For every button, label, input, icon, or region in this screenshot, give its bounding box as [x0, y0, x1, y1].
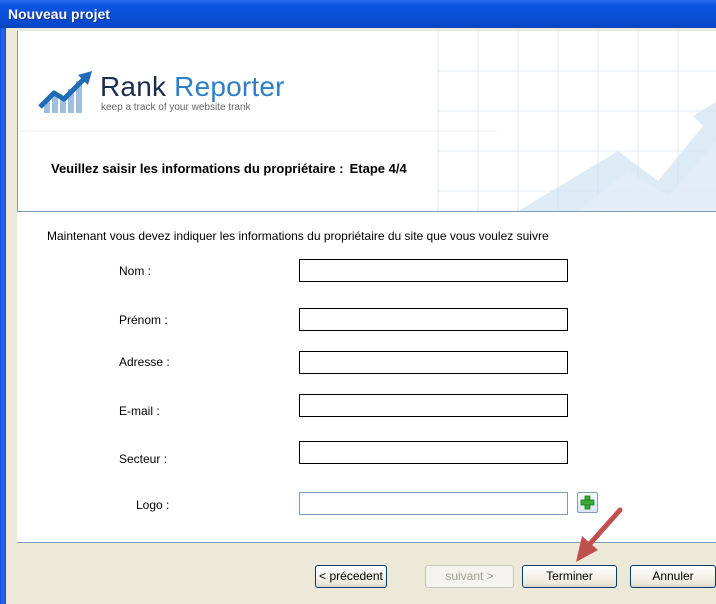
previous-button[interactable]: < précedent: [315, 565, 387, 588]
wizard-header: Rank Reporter keep a track of your websi…: [17, 31, 716, 211]
firstname-label: Prénom :: [119, 313, 168, 327]
annotation-arrow-icon: [576, 507, 623, 562]
firstname-input[interactable]: [299, 308, 568, 331]
window-left-border: [0, 28, 6, 604]
brand-rank: Rank: [100, 71, 167, 102]
address-input[interactable]: [299, 351, 568, 374]
address-label: Adresse :: [119, 355, 170, 369]
sector-label: Secteur :: [119, 452, 168, 466]
form-intro-text: Maintenant vous devez indiquer les infor…: [47, 229, 549, 243]
brand-tagline: keep a track of your website trank: [101, 102, 251, 113]
brand-name: Rank Reporter: [100, 71, 285, 103]
sector-input[interactable]: [299, 441, 568, 464]
logo-path-input[interactable]: [299, 492, 568, 515]
instruction-text: Veuillez saisir les informations du prop…: [51, 161, 344, 176]
brand-reporter: Reporter: [174, 71, 285, 102]
cancel-button[interactable]: Annuler: [630, 565, 716, 588]
name-label: Nom :: [119, 264, 152, 278]
wizard-step-instruction: Veuillez saisir les informations du prop…: [51, 161, 407, 176]
window-title: Nouveau projet: [8, 6, 110, 22]
owner-form: Maintenant vous devez indiquer les infor…: [17, 212, 716, 542]
rank-reporter-logo-icon: [38, 71, 92, 113]
title-bar[interactable]: Nouveau projet: [0, 0, 716, 28]
email-label: E-mail :: [119, 404, 160, 418]
name-input[interactable]: [299, 259, 568, 282]
header-background-graphic: [18, 31, 716, 211]
new-project-dialog: Nouveau projet Rank Reporter keep a trac…: [0, 0, 716, 604]
email-input[interactable]: [299, 394, 568, 417]
step-indicator: Etape 4/4: [349, 161, 407, 176]
next-button[interactable]: suivant >: [425, 565, 514, 588]
logo-label: Logo :: [136, 498, 170, 512]
